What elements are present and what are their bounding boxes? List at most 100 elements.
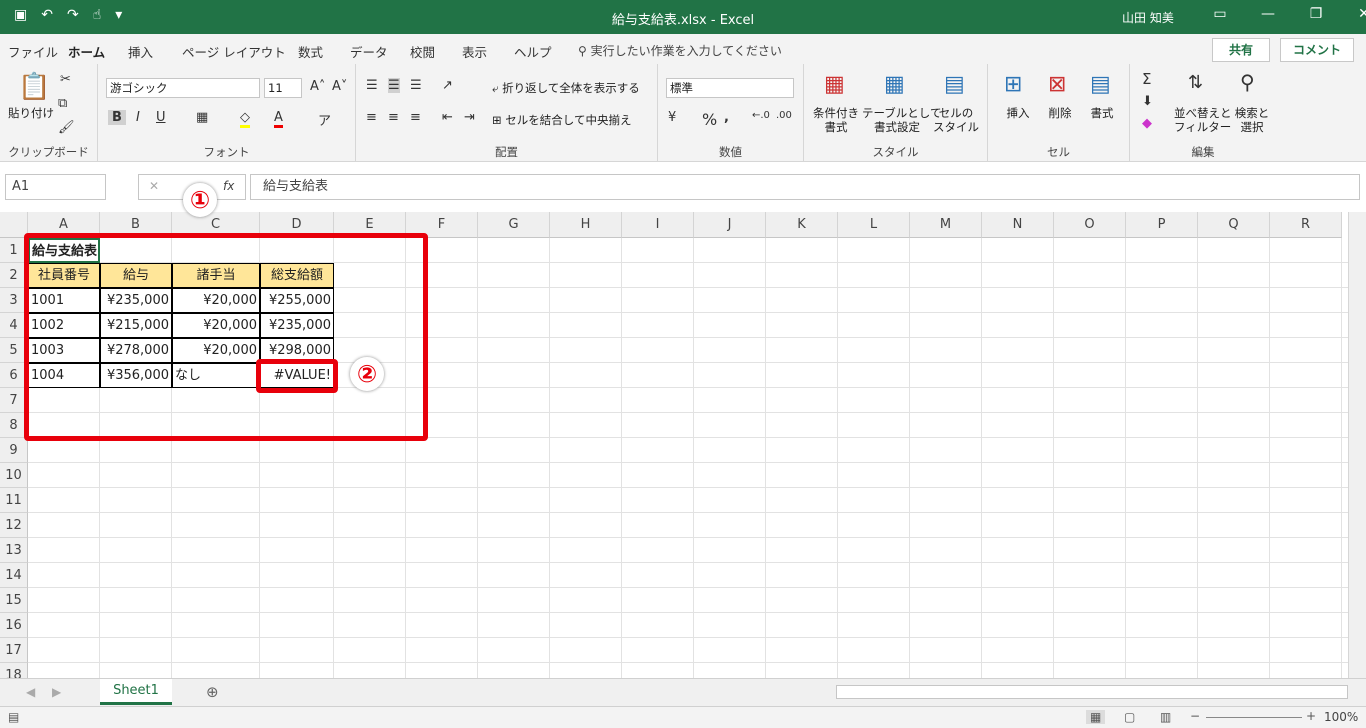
align-right-icon[interactable]: ≡ [410, 110, 421, 125]
column-header[interactable]: I [622, 212, 694, 238]
row-header[interactable]: 10 [0, 463, 28, 488]
fill-color-icon[interactable]: ◇ [240, 110, 250, 128]
tab-view[interactable]: 表示 [462, 42, 487, 61]
row-header[interactable]: 16 [0, 613, 28, 638]
tab-insert[interactable]: 挿入 [128, 42, 153, 61]
find-select-button[interactable]: 検索と 選択 [1232, 106, 1272, 134]
tab-help[interactable]: ヘルプ [514, 42, 552, 61]
comment-button[interactable]: コメント [1280, 38, 1354, 62]
cancel-icon[interactable]: ✕ [149, 179, 159, 193]
font-size-select[interactable]: 11 [264, 78, 302, 98]
column-header[interactable]: Q [1198, 212, 1270, 238]
copy-icon[interactable]: ⧉ [58, 96, 67, 111]
minimize-icon[interactable]: — [1244, 6, 1292, 22]
comma-icon[interactable]: , [724, 110, 729, 125]
format-cells-button[interactable]: 書式 [1086, 106, 1118, 120]
column-header[interactable]: P [1126, 212, 1198, 238]
row-header[interactable]: 14 [0, 563, 28, 588]
row-header[interactable]: 11 [0, 488, 28, 513]
decrease-decimal-icon[interactable]: .00 [776, 110, 792, 121]
ribbon-display-icon[interactable]: ▭ [1196, 6, 1244, 22]
restore-icon[interactable]: ❐ [1292, 6, 1340, 22]
row-header[interactable]: 15 [0, 588, 28, 613]
user-name[interactable]: 山田 知美 [1122, 9, 1174, 26]
share-button[interactable]: 共有 [1212, 38, 1270, 62]
zoom-in-icon[interactable]: + [1306, 709, 1316, 723]
wrap-text-button[interactable]: ⤶ 折り返して全体を表示する [492, 81, 640, 95]
close-icon[interactable]: ✕ [1340, 6, 1366, 22]
bold-icon[interactable]: B [108, 110, 126, 125]
vertical-scrollbar[interactable] [1348, 212, 1366, 678]
align-bottom-icon[interactable]: ☰ [410, 78, 422, 93]
column-header[interactable]: R [1270, 212, 1342, 238]
decrease-indent-icon[interactable]: ⇤ [442, 110, 453, 125]
increase-decimal-icon[interactable]: ←.0 [752, 110, 770, 121]
align-middle-icon[interactable]: ☰ [388, 78, 400, 93]
page-layout-view-icon[interactable]: ▢ [1124, 710, 1135, 724]
accounting-icon[interactable]: ¥ [668, 110, 676, 125]
paste-icon[interactable]: 📋 [18, 72, 50, 102]
tab-formulas[interactable]: 数式 [298, 42, 323, 61]
column-header[interactable]: G [478, 212, 550, 238]
border-icon[interactable]: ▦ [196, 110, 208, 125]
decrease-font-icon[interactable]: A˅ [332, 79, 347, 94]
align-left-icon[interactable]: ≡ [366, 110, 377, 125]
row-header[interactable]: 18 [0, 663, 28, 678]
autosum-icon[interactable]: Σ [1142, 70, 1151, 88]
insert-cells-button[interactable]: 挿入 [1002, 106, 1034, 120]
zoom-out-icon[interactable]: − [1190, 709, 1200, 723]
sheet-tab-sheet1[interactable]: Sheet1 [100, 679, 172, 705]
tab-review[interactable]: 校閲 [410, 42, 435, 61]
tab-file[interactable]: ファイル [8, 42, 58, 61]
phonetic-icon[interactable]: ア [318, 110, 331, 129]
macro-record-icon[interactable]: ▤ [8, 710, 19, 724]
merge-center-button[interactable]: ⊞ セルを結合して中央揃え [492, 113, 631, 127]
tab-page-layout[interactable]: ページ レイアウト [182, 42, 286, 61]
format-as-table-button[interactable]: テーブルとして 書式設定 [862, 106, 941, 134]
horizontal-scrollbar[interactable] [836, 685, 1348, 699]
percent-icon[interactable]: % [702, 110, 717, 129]
insert-function-icon[interactable]: fx [223, 179, 234, 193]
orientation-icon[interactable]: ↗ [442, 78, 453, 93]
delete-cells-button[interactable]: 削除 [1044, 106, 1076, 120]
paste-button[interactable]: 貼り付け [6, 106, 56, 120]
italic-icon[interactable]: I [136, 110, 140, 125]
tab-data[interactable]: データ [350, 42, 388, 61]
cell-styles-button[interactable]: セルの スタイル [932, 106, 980, 134]
conditional-format-button[interactable]: 条件付き 書式 [810, 106, 862, 134]
zoom-level[interactable]: 100% [1324, 710, 1358, 724]
row-header[interactable]: 9 [0, 438, 28, 463]
align-top-icon[interactable]: ☰ [366, 78, 378, 93]
fill-icon[interactable]: ⬇ [1142, 94, 1153, 109]
increase-font-icon[interactable]: A˄ [310, 79, 325, 94]
number-format-select[interactable]: 標準 [666, 78, 794, 98]
new-sheet-icon[interactable]: ⊕ [206, 683, 219, 701]
row-header[interactable]: 12 [0, 513, 28, 538]
cut-icon[interactable]: ✂ [60, 72, 71, 87]
format-painter-icon[interactable]: 🖌 [58, 120, 75, 135]
underline-icon[interactable]: U [156, 110, 166, 125]
normal-view-icon[interactable]: ▦ [1086, 710, 1106, 724]
clear-icon[interactable]: ◆ [1142, 116, 1152, 131]
column-header[interactable]: N [982, 212, 1054, 238]
font-color-icon[interactable]: A [274, 110, 283, 128]
column-header[interactable]: M [910, 212, 982, 238]
page-break-view-icon[interactable]: ▥ [1160, 710, 1171, 724]
row-header[interactable]: 17 [0, 638, 28, 663]
font-name-select[interactable]: 游ゴシック [106, 78, 260, 98]
sort-filter-button[interactable]: 並べ替えと フィルター [1174, 106, 1232, 134]
column-header[interactable]: O [1054, 212, 1126, 238]
row-header[interactable]: 13 [0, 538, 28, 563]
column-header[interactable]: J [694, 212, 766, 238]
align-center-icon[interactable]: ≡ [388, 110, 399, 125]
column-header[interactable]: H [550, 212, 622, 238]
zoom-slider[interactable] [1206, 717, 1302, 718]
tell-me-search[interactable]: ⚲ 実行したい作業を入力してください [578, 42, 782, 59]
increase-indent-icon[interactable]: ⇥ [464, 110, 475, 125]
next-sheet-icon[interactable]: ▶ [52, 685, 61, 699]
prev-sheet-icon[interactable]: ◀ [26, 685, 35, 699]
formula-input[interactable]: 給与支給表 [250, 174, 1360, 200]
column-header[interactable]: K [766, 212, 838, 238]
name-box[interactable]: A1 [5, 174, 106, 200]
column-header[interactable]: L [838, 212, 910, 238]
